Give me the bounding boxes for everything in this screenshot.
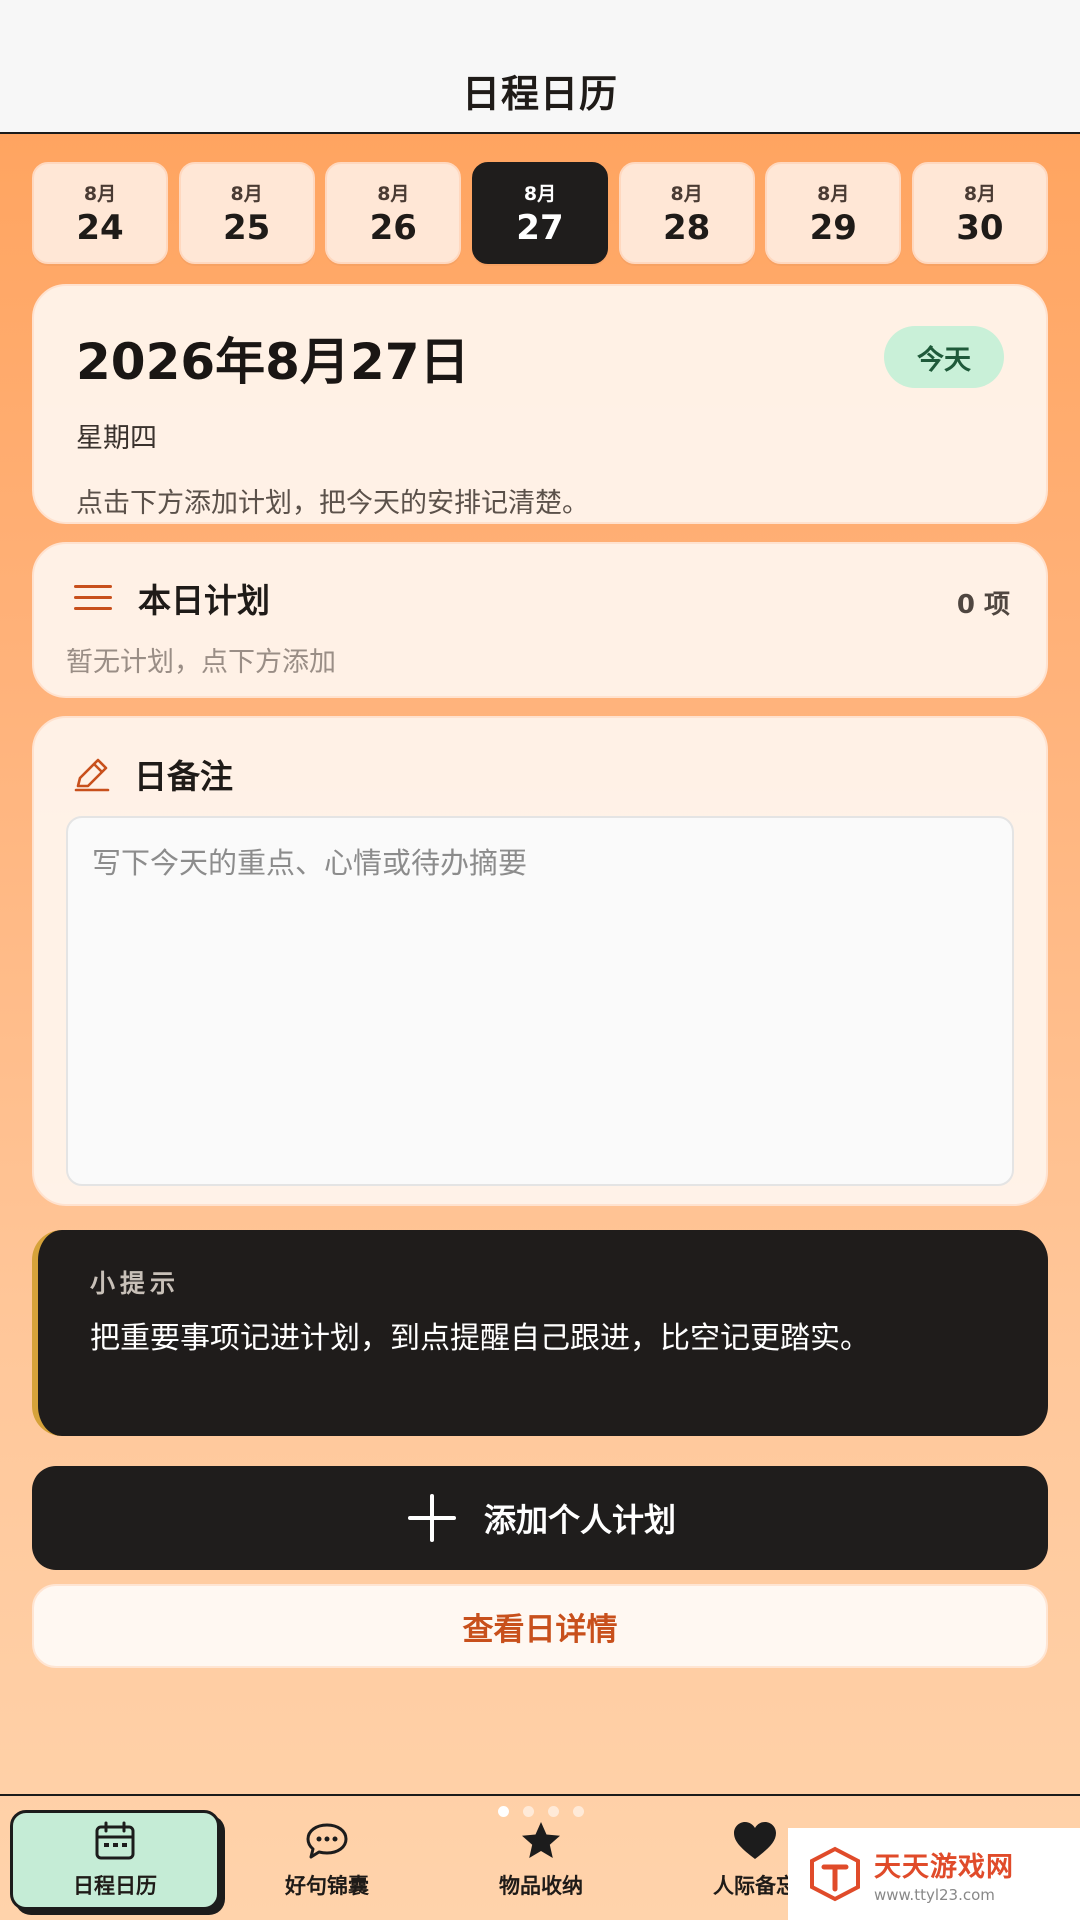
daily-note-card: 日备注 — [32, 716, 1048, 1206]
date-chip-25[interactable]: 8月 25 — [178, 162, 315, 264]
calendar-icon — [95, 1821, 135, 1860]
today-badge[interactable]: 今天 — [884, 326, 1004, 388]
date-chip-28[interactable]: 8月 28 — [618, 162, 755, 264]
date-chip-27-selected[interactable]: 8月 27 — [471, 162, 608, 264]
plus-icon — [404, 1490, 460, 1546]
pencil-icon — [74, 758, 110, 792]
tip-card: 小提示 把重要事项记进计划，到点提醒自己跟进，比空记更踏实。 — [32, 1230, 1048, 1436]
plan-count: 0 项 — [956, 590, 1010, 620]
date-hint: 点击下方添加计划，把今天的安排记清楚。 — [76, 488, 589, 519]
selected-date-card: 2026年8月27日 星期四 点击下方添加计划，把今天的安排记清楚。 今天 — [32, 284, 1048, 524]
chat-bubble-icon — [306, 1823, 348, 1859]
date-chip-month: 8月 — [670, 182, 703, 205]
note-textarea[interactable] — [66, 816, 1014, 1186]
plan-empty-text: 暂无计划，点下方添加 — [66, 647, 336, 678]
weekday-label: 星期四 — [76, 423, 157, 454]
app-header: 日程日历 — [0, 0, 1080, 134]
date-strip: 8月 24 8月 25 8月 26 8月 27 8月 28 8月 29 8月 3… — [32, 162, 1048, 264]
watermark: 天天游戏网 www.ttyl23.com — [788, 1828, 1080, 1920]
date-chip-24[interactable]: 8月 24 — [32, 162, 168, 264]
view-detail-button[interactable]: 查看日详情 — [32, 1584, 1048, 1668]
star-icon — [522, 1822, 560, 1858]
daily-plan-card: 本日计划 0 项 暂无计划，点下方添加 — [32, 542, 1048, 698]
nav-label: 日程日历 — [73, 1874, 157, 1898]
tip-text: 把重要事项记进计划，到点提醒自己跟进，比空记更踏实。 — [90, 1321, 870, 1356]
heart-icon — [734, 1822, 776, 1859]
nav-label: 人际备忘 — [713, 1874, 797, 1898]
date-chip-day: 27 — [516, 207, 564, 248]
date-chip-month: 8月 — [377, 182, 410, 205]
date-chip-day: 30 — [956, 207, 1004, 248]
date-chip-30[interactable]: 8月 30 — [911, 162, 1048, 264]
nav-item-items[interactable]: 物品收纳 — [436, 1810, 646, 1910]
nav-label: 物品收纳 — [499, 1874, 583, 1898]
note-title: 日备注 — [134, 757, 233, 796]
date-chip-day: 24 — [76, 207, 124, 248]
nav-label: 好句锦囊 — [285, 1874, 369, 1898]
date-chip-month: 8月 — [230, 182, 263, 205]
date-chip-month: 8月 — [963, 182, 997, 205]
date-chip-day: 29 — [809, 207, 857, 248]
page-title: 日程日历 — [461, 72, 618, 116]
date-chip-26[interactable]: 8月 26 — [325, 162, 462, 264]
watermark-url: www.ttyl23.com — [874, 1885, 995, 1904]
add-plan-button[interactable]: 添加个人计划 — [32, 1466, 1048, 1570]
date-chip-month: 8月 — [83, 182, 117, 205]
date-chip-day: 28 — [662, 207, 711, 248]
date-chip-month: 8月 — [523, 182, 557, 205]
selected-date: 2026年8月27日 — [76, 333, 470, 391]
watermark-name: 天天游戏网 — [874, 1851, 1014, 1883]
list-icon — [74, 583, 114, 613]
tip-label: 小提示 — [90, 1269, 181, 1298]
nav-item-quotes[interactable]: 好句锦囊 — [222, 1810, 432, 1910]
date-chip-day: 25 — [222, 207, 271, 248]
date-chip-month: 8月 — [817, 182, 850, 205]
plan-title: 本日计划 — [138, 581, 270, 620]
date-chip-day: 26 — [369, 207, 417, 248]
add-plan-label: 添加个人计划 — [483, 1501, 676, 1539]
nav-item-calendar[interactable]: 日程日历 — [10, 1810, 220, 1910]
date-chip-29[interactable]: 8月 29 — [765, 162, 902, 264]
watermark-logo-icon — [810, 1846, 860, 1902]
